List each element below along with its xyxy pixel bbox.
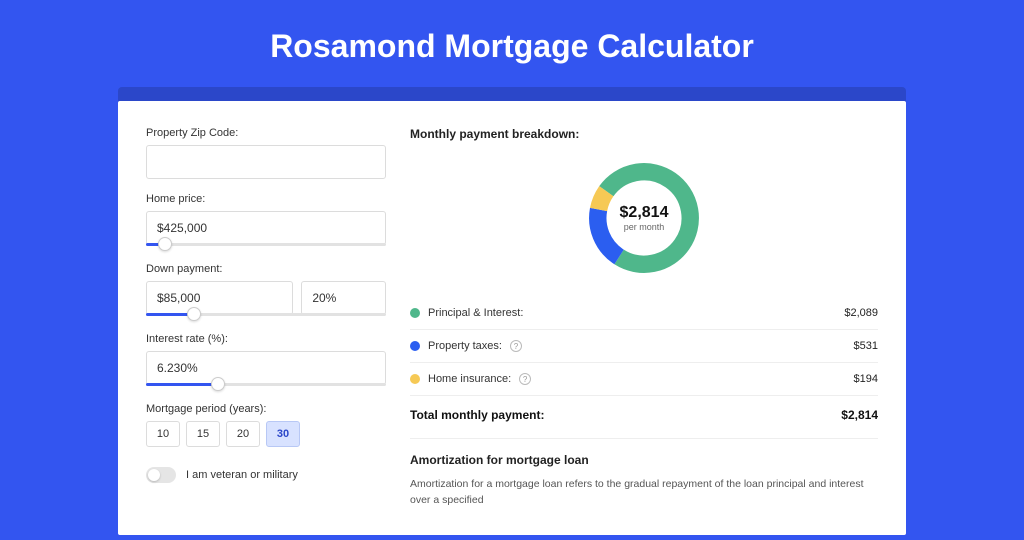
legend-row: Principal & Interest: $2,089 — [410, 297, 878, 329]
legend-value: $2,089 — [844, 307, 878, 319]
period-label: Mortgage period (years): — [146, 403, 386, 415]
total-label: Total monthly payment: — [410, 408, 544, 422]
donut-center: $2,814 per month — [620, 204, 669, 232]
legend-value: $531 — [854, 340, 878, 352]
veteran-label: I am veteran or military — [186, 469, 298, 481]
breakdown-title: Monthly payment breakdown: — [410, 127, 878, 141]
donut-wrap: $2,814 per month — [410, 157, 878, 279]
rate-slider[interactable] — [146, 383, 386, 389]
zip-input[interactable] — [146, 145, 386, 179]
toggle-knob — [148, 469, 160, 481]
veteran-row: I am veteran or military — [146, 467, 386, 483]
rate-label: Interest rate (%): — [146, 333, 386, 345]
rate-input[interactable] — [146, 351, 386, 385]
legend-row: Home insurance:? $194 — [410, 362, 878, 395]
legend-row: Property taxes:? $531 — [410, 329, 878, 362]
down-slider[interactable] — [146, 313, 386, 319]
period-btn-15[interactable]: 15 — [186, 421, 220, 447]
period-btn-30[interactable]: 30 — [266, 421, 300, 447]
legend: Principal & Interest: $2,089 Property taxe… — [410, 297, 878, 395]
info-icon[interactable]: ? — [519, 373, 531, 385]
legend-label: Home insurance: — [428, 373, 511, 385]
down-label: Down payment: — [146, 263, 386, 275]
down-amount-input[interactable] — [146, 281, 293, 315]
period-buttons: 10152030 — [146, 421, 386, 447]
price-slider[interactable] — [146, 243, 386, 249]
calculator-card: Property Zip Code: Home price: Down paym… — [118, 101, 906, 535]
period-btn-10[interactable]: 10 — [146, 421, 180, 447]
period-btn-20[interactable]: 20 — [226, 421, 260, 447]
amortization-text: Amortization for a mortgage loan refers … — [410, 477, 878, 509]
breakdown-column: Monthly payment breakdown: $2,814 per mo… — [410, 127, 878, 509]
zip-field-group: Property Zip Code: — [146, 127, 386, 179]
period-field-group: Mortgage period (years): 10152030 — [146, 403, 386, 447]
donut-chart: $2,814 per month — [583, 157, 705, 279]
blue-dot-icon — [410, 341, 420, 351]
legend-label: Property taxes: — [428, 340, 502, 352]
total-value: $2,814 — [841, 408, 878, 422]
yellow-dot-icon — [410, 374, 420, 384]
rate-field-group: Interest rate (%): — [146, 333, 386, 389]
legend-label: Principal & Interest: — [428, 307, 523, 319]
price-label: Home price: — [146, 193, 386, 205]
price-input[interactable] — [146, 211, 386, 245]
green-dot-icon — [410, 308, 420, 318]
form-column: Property Zip Code: Home price: Down paym… — [146, 127, 386, 509]
info-icon[interactable]: ? — [510, 340, 522, 352]
down-field-group: Down payment: — [146, 263, 386, 319]
veteran-toggle[interactable] — [146, 467, 176, 483]
down-percent-input[interactable] — [301, 281, 386, 315]
price-field-group: Home price: — [146, 193, 386, 249]
page-title: Rosamond Mortgage Calculator — [0, 28, 1024, 65]
amortization-title: Amortization for mortgage loan — [410, 438, 878, 467]
zip-label: Property Zip Code: — [146, 127, 386, 139]
total-row: Total monthly payment: $2,814 — [410, 395, 878, 438]
donut-amount: $2,814 — [620, 204, 669, 222]
donut-sub: per month — [620, 222, 669, 232]
legend-value: $194 — [854, 373, 878, 385]
